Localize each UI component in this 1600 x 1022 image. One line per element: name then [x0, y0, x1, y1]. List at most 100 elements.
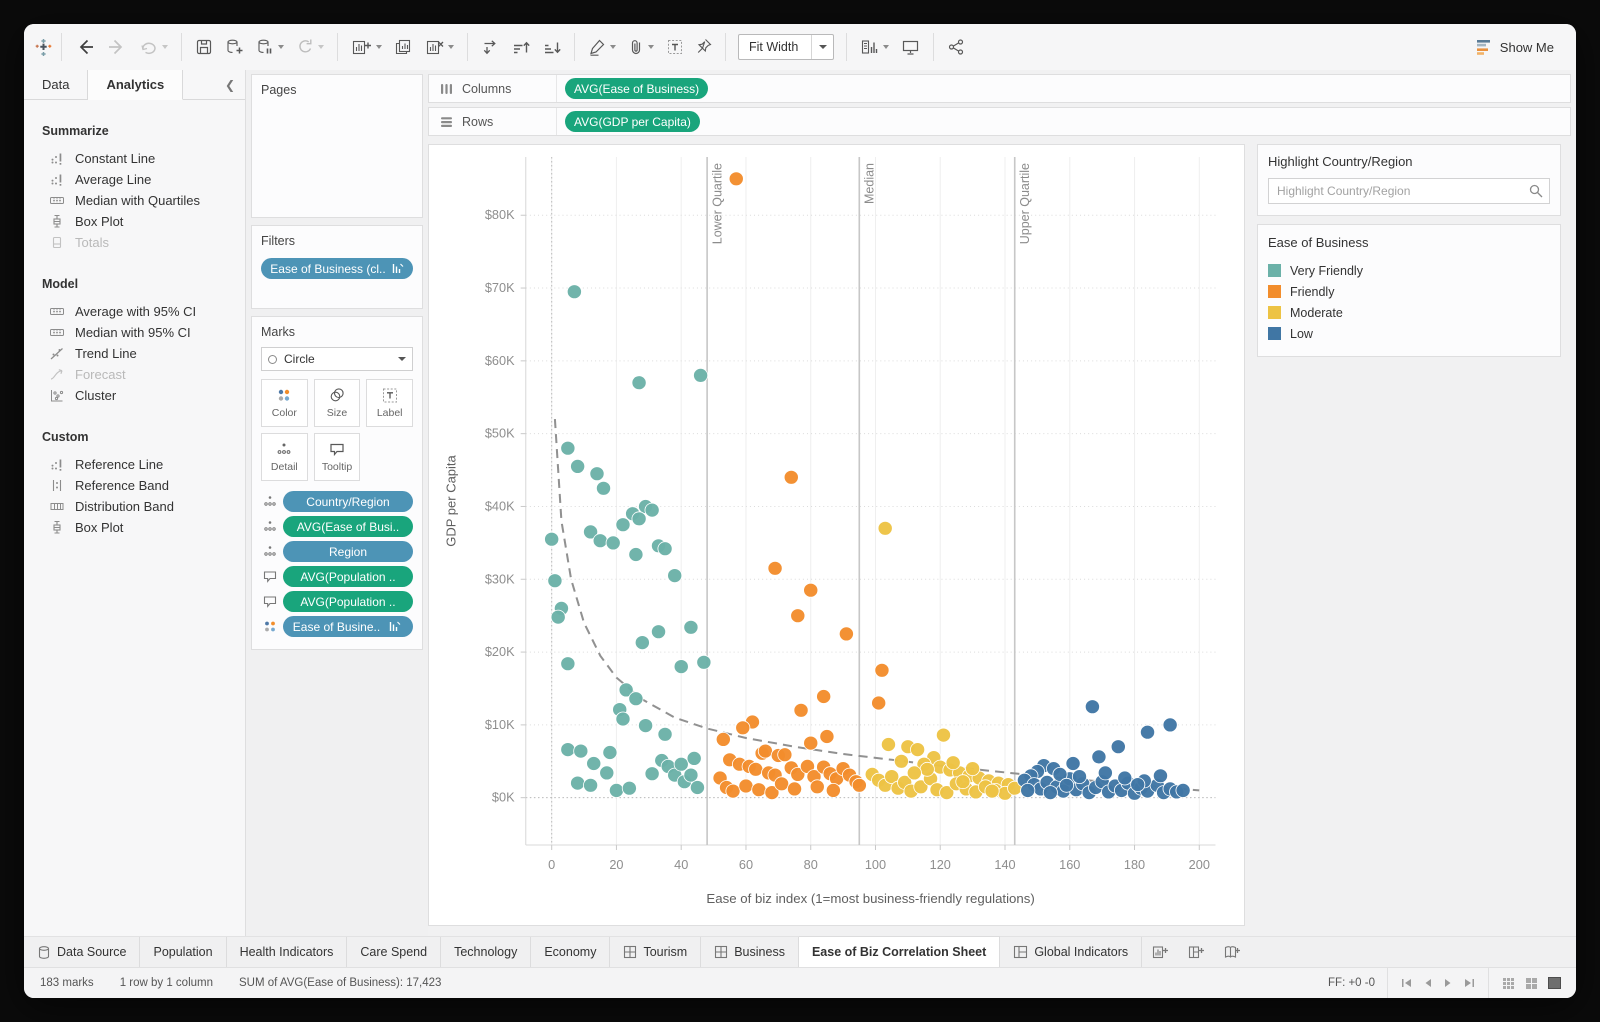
data-point-friendly[interactable]	[735, 720, 751, 736]
data-point-friendly[interactable]	[786, 781, 803, 797]
data-point-very-friendly[interactable]	[560, 656, 576, 672]
data-point-low[interactable]	[1162, 717, 1178, 733]
legend-item-friendly[interactable]: Friendly	[1268, 281, 1550, 302]
data-point-moderate[interactable]	[893, 753, 909, 769]
data-point-friendly[interactable]	[793, 702, 809, 718]
data-point-friendly[interactable]	[774, 776, 790, 792]
dimension-pill[interactable]: Country/Region	[283, 491, 413, 512]
save-button[interactable]	[190, 34, 218, 60]
data-point-moderate[interactable]	[880, 737, 896, 752]
data-point-friendly[interactable]	[838, 626, 854, 642]
data-point-very-friendly[interactable]	[650, 624, 667, 640]
tooltip-button[interactable]: Tooltip	[313, 433, 361, 481]
data-point-low[interactable]	[1110, 739, 1126, 755]
swap-rows-columns-button[interactable]	[476, 34, 504, 60]
data-point-moderate[interactable]	[877, 520, 893, 536]
detail-button[interactable]: Detail	[261, 433, 308, 481]
fix-axes-button[interactable]	[691, 34, 717, 60]
data-point-very-friendly[interactable]	[570, 775, 586, 791]
new-story-button[interactable]	[1214, 937, 1250, 967]
sheet-tab-health-indicators[interactable]: Health Indicators	[227, 937, 348, 967]
data-point-very-friendly[interactable]	[696, 654, 712, 670]
data-point-very-friendly[interactable]	[615, 517, 631, 533]
data-point-friendly[interactable]	[874, 662, 890, 678]
search-icon[interactable]	[1528, 183, 1544, 199]
measure-pill[interactable]: AVG(Population ..	[283, 566, 413, 587]
data-point-low[interactable]	[1020, 783, 1036, 798]
data-point-very-friendly[interactable]	[634, 635, 650, 651]
data-point-very-friendly[interactable]	[586, 756, 602, 771]
data-point-very-friendly[interactable]	[544, 531, 560, 547]
data-point-low[interactable]	[1091, 749, 1107, 765]
data-point-very-friendly[interactable]	[560, 742, 576, 757]
data-point-very-friendly[interactable]	[673, 659, 689, 674]
data-point-very-friendly[interactable]	[573, 743, 589, 759]
data-point-friendly[interactable]	[757, 743, 773, 759]
redo-button[interactable]	[102, 34, 132, 60]
data-point-very-friendly[interactable]	[560, 440, 576, 456]
data-point-moderate[interactable]	[955, 774, 971, 790]
sheet-tab-global-indicators[interactable]: Global Indicators	[1000, 937, 1143, 967]
data-point-very-friendly[interactable]	[631, 375, 647, 391]
data-point-very-friendly[interactable]	[615, 711, 631, 727]
data-point-very-friendly[interactable]	[683, 767, 699, 783]
mark-type-dropdown[interactable]: Circle	[261, 347, 413, 371]
data-point-moderate[interactable]	[919, 761, 935, 777]
data-point-friendly[interactable]	[767, 560, 783, 576]
data-point-friendly[interactable]	[809, 779, 825, 795]
sort-ascending-button[interactable]	[506, 34, 535, 60]
analytics-item-median-with-95-ci[interactable]: Median with 95% CI	[42, 322, 245, 343]
data-point-very-friendly[interactable]	[550, 609, 566, 625]
analytics-item-box-plot[interactable]: Box Plot	[42, 517, 245, 538]
data-point-friendly[interactable]	[816, 689, 832, 704]
show-me-button[interactable]: Show Me	[1468, 33, 1562, 62]
data-point-very-friendly[interactable]	[628, 547, 644, 562]
measure-pill[interactable]: AVG(GDP per Capita)	[565, 111, 700, 132]
data-point-very-friendly[interactable]	[689, 780, 705, 795]
analytics-item-reference-line[interactable]: Reference Line	[42, 454, 245, 475]
data-point-very-friendly[interactable]	[621, 780, 637, 796]
show-tabs-button[interactable]	[1547, 976, 1562, 990]
fit-dropdown[interactable]: Fit Width	[738, 34, 834, 60]
sheet-tab-economy[interactable]: Economy	[531, 937, 611, 967]
new-worksheet-button[interactable]	[346, 34, 387, 60]
data-point-very-friendly[interactable]	[547, 573, 563, 589]
data-point-very-friendly[interactable]	[608, 783, 624, 798]
sheet-tab-business[interactable]: Business	[701, 937, 799, 967]
dimension-pill[interactable]: Ease of Busine..	[283, 616, 413, 637]
go-previous-button[interactable]	[1423, 977, 1433, 989]
data-point-friendly[interactable]	[777, 747, 793, 763]
pages-shelf[interactable]: Pages	[251, 74, 423, 218]
data-point-very-friendly[interactable]	[644, 766, 660, 782]
data-point-low[interactable]	[1042, 785, 1058, 800]
rows-shelf[interactable]: Rows AVG(GDP per Capita)	[428, 107, 1571, 136]
data-point-low[interactable]	[1175, 783, 1191, 798]
data-point-moderate[interactable]	[945, 755, 961, 771]
analytics-item-median-with-quartiles[interactable]: Median with Quartiles	[42, 190, 245, 211]
show-filmstrip-button[interactable]	[1524, 976, 1539, 990]
data-point-very-friendly[interactable]	[583, 777, 599, 793]
new-worksheet-button[interactable]	[1142, 937, 1178, 967]
go-last-button[interactable]	[1463, 977, 1476, 989]
data-point-friendly[interactable]	[728, 171, 744, 187]
legend-item-moderate[interactable]: Moderate	[1268, 302, 1550, 323]
data-point-friendly[interactable]	[803, 735, 819, 751]
data-point-low[interactable]	[1152, 768, 1169, 784]
data-point-friendly[interactable]	[738, 778, 754, 794]
data-point-very-friendly[interactable]	[589, 466, 605, 482]
data-point-low[interactable]	[1071, 769, 1088, 784]
analytics-item-average-line[interactable]: Average Line	[42, 169, 245, 190]
legend-item-very-friendly[interactable]: Very Friendly	[1268, 260, 1550, 281]
analytics-item-average-with-95-ci[interactable]: Average with 95% CI	[42, 301, 245, 322]
sheet-tab-care-spend[interactable]: Care Spend	[347, 937, 442, 967]
new-dashboard-button[interactable]	[1178, 937, 1214, 967]
undo-button[interactable]	[70, 34, 100, 60]
measure-pill[interactable]: AVG(Population ..	[283, 591, 413, 612]
data-point-friendly[interactable]	[803, 582, 819, 598]
sheet-tab-ease-of-biz-correlation-sheet[interactable]: Ease of Biz Correlation Sheet	[798, 936, 1001, 967]
sort-descending-button[interactable]	[537, 34, 566, 60]
color-button[interactable]: Color	[261, 379, 308, 427]
data-point-low[interactable]	[1084, 699, 1100, 715]
data-point-very-friendly[interactable]	[592, 533, 608, 549]
pause-updates-button[interactable]	[251, 34, 289, 60]
